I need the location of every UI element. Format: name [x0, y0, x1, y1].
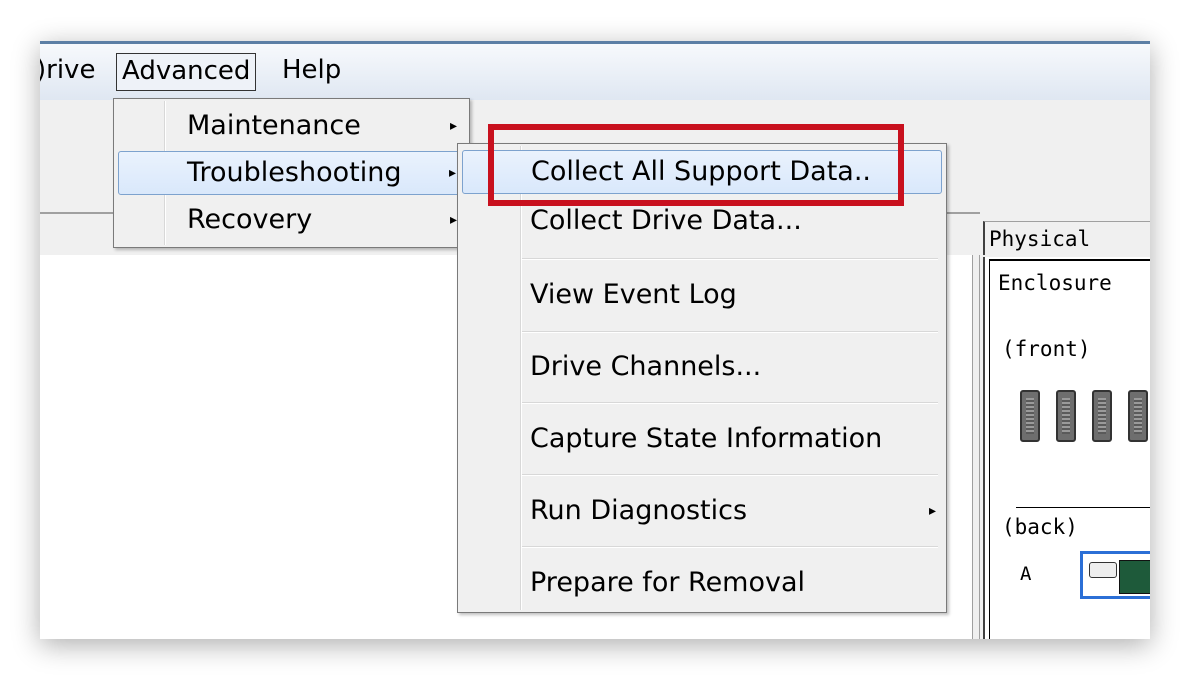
menu-separator: [522, 331, 938, 333]
highlight-annotation-box: [488, 124, 904, 206]
drive-icon[interactable]: [1020, 390, 1040, 442]
drive-icon[interactable]: [1056, 390, 1076, 442]
menu-item-view-event-log[interactable]: View Event Log: [462, 274, 942, 318]
submenu-arrow-icon: ▸: [449, 118, 457, 134]
menu-item-troubleshooting[interactable]: Troubleshooting ▸: [118, 151, 465, 195]
controller-a-label: A: [1020, 563, 1032, 585]
menu-item-label: Collect Drive Data...: [530, 205, 802, 236]
troubleshooting-submenu: Collect All Support Data.. Collect Drive…: [457, 143, 947, 613]
menu-drive[interactable]: )rive: [40, 53, 95, 89]
tab-physical[interactable]: Physical: [983, 221, 1150, 255]
menu-separator: [522, 474, 938, 476]
menu-item-capture-state-information[interactable]: Capture State Information: [462, 418, 942, 462]
controller-port-icon: [1089, 562, 1117, 578]
menu-advanced[interactable]: Advanced: [116, 53, 257, 91]
menu-separator: [522, 546, 938, 548]
menu-item-label: Drive Channels...: [530, 351, 762, 382]
menu-separator: [522, 258, 938, 260]
divider: [1016, 507, 1150, 508]
menu-item-maintenance[interactable]: Maintenance ▸: [118, 105, 465, 149]
submenu-arrow-icon: ▸: [449, 212, 457, 228]
drive-icon[interactable]: [1092, 390, 1112, 442]
menu-item-prepare-for-removal[interactable]: Prepare for Removal: [462, 562, 942, 606]
controller-board-icon: [1119, 560, 1150, 594]
menu-item-label: Capture State Information: [530, 423, 883, 454]
menu-item-drive-channels[interactable]: Drive Channels...: [462, 346, 942, 390]
enclosure-label: Enclosure: [998, 271, 1112, 295]
menu-item-label: Prepare for Removal: [530, 567, 806, 598]
menu-item-label: Run Diagnostics: [530, 495, 748, 526]
menu-item-label: Recovery: [187, 204, 313, 235]
menu-bar: )rive Advanced Help: [40, 44, 1150, 100]
menu-item-run-diagnostics[interactable]: Run Diagnostics ▸: [462, 490, 942, 534]
advanced-menu: Maintenance ▸ Troubleshooting ▸ Recovery…: [113, 98, 470, 248]
submenu-arrow-icon: ▸: [928, 503, 936, 519]
submenu-arrow-icon: ▸: [448, 165, 456, 181]
drive-icon[interactable]: [1128, 390, 1148, 442]
menu-item-label: Maintenance: [187, 110, 361, 141]
menu-separator: [522, 402, 938, 404]
front-label: (front): [1002, 337, 1091, 361]
pane-splitter[interactable]: [972, 255, 980, 639]
enclosure-frame: Enclosure (front) (back) A: [989, 259, 1150, 639]
menu-help[interactable]: Help: [282, 53, 341, 89]
controller-icon[interactable]: [1080, 551, 1150, 599]
physical-pane: Enclosure (front) (back) A: [983, 257, 1150, 639]
menu-item-label: View Event Log: [530, 279, 737, 310]
menu-item-recovery[interactable]: Recovery ▸: [118, 199, 465, 243]
menu-item-label: Troubleshooting: [187, 157, 402, 188]
back-label: (back): [1002, 515, 1078, 539]
menu-item-collect-drive-data[interactable]: Collect Drive Data...: [462, 200, 942, 244]
